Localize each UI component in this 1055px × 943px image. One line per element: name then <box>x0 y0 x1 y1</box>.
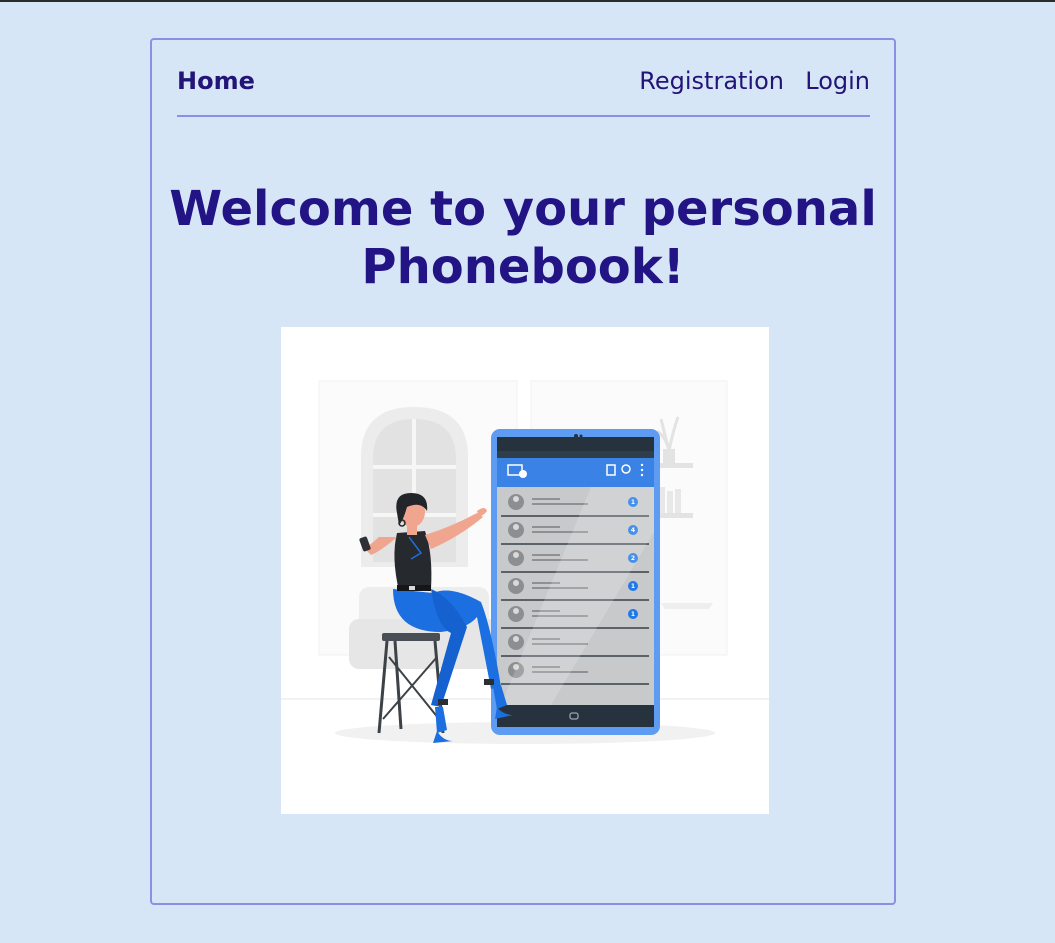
page-title: Welcome to your personal Phonebook! <box>169 181 877 295</box>
desk-icon <box>661 603 713 609</box>
nav-link-login[interactable]: Login <box>805 66 870 96</box>
nav-link-registration[interactable]: Registration <box>639 66 784 96</box>
hero-illustration: 1 4 2 1 1 <box>281 327 769 814</box>
nav-link-home[interactable]: Home <box>177 66 255 96</box>
phonebook-illustration-svg: 1 4 2 1 1 <box>281 380 769 744</box>
contact-badge: 1 <box>631 583 635 590</box>
browser-top-edge <box>0 0 1055 2</box>
main-card: Home Registration Login Welcome to your … <box>150 38 896 905</box>
contact-badge: 1 <box>631 611 635 618</box>
top-navbar: Home Registration Login <box>177 40 870 117</box>
